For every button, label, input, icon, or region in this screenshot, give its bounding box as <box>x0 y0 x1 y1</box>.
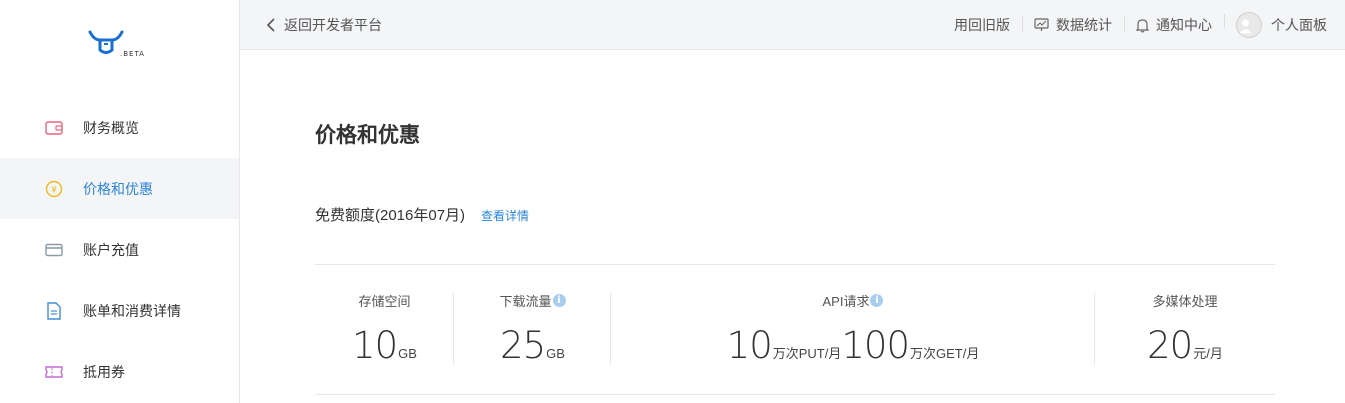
sidebar-item-billing-details[interactable]: 账单和消费详情 <box>0 280 239 341</box>
profile-panel-link[interactable]: 个人面板 <box>1224 12 1339 38</box>
stat-label: 下载流量 i <box>454 292 611 309</box>
stat-value: 10 GB <box>315 324 454 367</box>
avatar <box>1236 12 1262 38</box>
stat-number: 20 <box>1147 324 1193 367</box>
wallet-icon <box>44 118 64 138</box>
info-icon[interactable]: i <box>552 293 566 307</box>
stat-unit: 万次PUT/月 <box>772 346 842 361</box>
svg-text:¥: ¥ <box>51 185 57 195</box>
stat-value: 20 元/月 <box>1095 324 1275 367</box>
sidebar-item-pricing[interactable]: ¥ 价格和优惠 <box>0 158 239 219</box>
user-icon <box>1239 19 1252 34</box>
top-bar: 返回开发者平台 用回旧版 数据统计 通知中心 个人面板 <box>240 0 1345 50</box>
stat-storage: 存储空间 10 GB <box>315 265 454 394</box>
stats-label: 数据统计 <box>1056 17 1112 33</box>
old-version-link[interactable]: 用回旧版 <box>942 15 1022 35</box>
stat-download-traffic: 下载流量 i 25 GB <box>454 265 611 394</box>
top-bar-actions: 用回旧版 数据统计 通知中心 个人面板 <box>942 0 1339 50</box>
stat-number: 100 <box>841 324 910 367</box>
sidebar-item-label: 价格和优惠 <box>83 180 153 197</box>
sidebar-item-label: 财务概览 <box>83 119 139 136</box>
beta-badge: .BETA <box>120 50 145 58</box>
stat-api-requests: API请求 i 10 万次PUT/月 100 万次GET/月 <box>611 265 1095 394</box>
profile-label: 个人面板 <box>1271 17 1327 33</box>
notification-label: 通知中心 <box>1156 17 1212 33</box>
stat-label: 多媒体处理 <box>1152 293 1218 309</box>
stat-number: 25 <box>500 324 546 367</box>
sidebar: .BETA 财务概览 ¥ 价格和优惠 账户充值 账单和消费详情 抵用券 <box>0 0 240 403</box>
back-to-developer-platform-link[interactable]: 返回开发者平台 <box>264 15 382 35</box>
bill-icon <box>44 301 64 321</box>
old-version-label: 用回旧版 <box>954 17 1010 33</box>
view-details-link[interactable]: 查看详情 <box>481 207 529 224</box>
sidebar-item-recharge[interactable]: 账户充值 <box>0 219 239 280</box>
sidebar-item-label: 账户充值 <box>83 241 139 258</box>
stat-value: 25 GB <box>454 324 611 367</box>
back-label: 返回开发者平台 <box>284 17 382 33</box>
notification-center-link[interactable]: 通知中心 <box>1124 15 1224 35</box>
stat-number: 10 <box>726 324 773 367</box>
stats-link[interactable]: 数据统计 <box>1022 15 1124 35</box>
stat-unit: GB <box>546 346 565 361</box>
free-quota-stats: 存储空间 10 GB 下载流量 i 25 GB API请求 i 10 万次PUT/月 100… <box>315 265 1275 394</box>
yen-coin-icon: ¥ <box>44 179 64 199</box>
chevron-left-icon <box>266 18 275 32</box>
card-icon <box>44 240 64 260</box>
sidebar-item-label: 抵用券 <box>83 363 125 380</box>
divider <box>315 394 1275 395</box>
stat-unit: GB <box>398 346 417 361</box>
sidebar-nav: 财务概览 ¥ 价格和优惠 账户充值 账单和消费详情 抵用券 <box>0 97 239 402</box>
coupon-icon <box>44 362 64 382</box>
stat-unit: 万次GET/月 <box>910 346 980 361</box>
sidebar-item-coupons[interactable]: 抵用券 <box>0 341 239 402</box>
sidebar-item-finance-overview[interactable]: 财务概览 <box>0 97 239 158</box>
stat-label: API请求 i <box>611 292 1095 309</box>
stat-value: 10 万次PUT/月 100 万次GET/月 <box>611 324 1095 367</box>
stat-media-processing: 多媒体处理 20 元/月 <box>1095 265 1275 394</box>
info-icon[interactable]: i <box>870 293 884 307</box>
logo[interactable]: .BETA <box>88 28 158 64</box>
sidebar-item-label: 账单和消费详情 <box>83 302 181 319</box>
stat-label: 存储空间 <box>358 293 411 309</box>
stat-number: 10 <box>352 324 398 367</box>
page-title: 价格和优惠 <box>315 124 420 147</box>
stat-unit: 元/月 <box>1193 346 1223 361</box>
free-quota-header: 免费额度(2016年07月) 查看详情 <box>315 204 529 225</box>
free-quota-title: 免费额度(2016年07月) <box>315 207 466 224</box>
monitor-chart-icon <box>1034 18 1049 31</box>
bell-icon <box>1136 18 1149 33</box>
